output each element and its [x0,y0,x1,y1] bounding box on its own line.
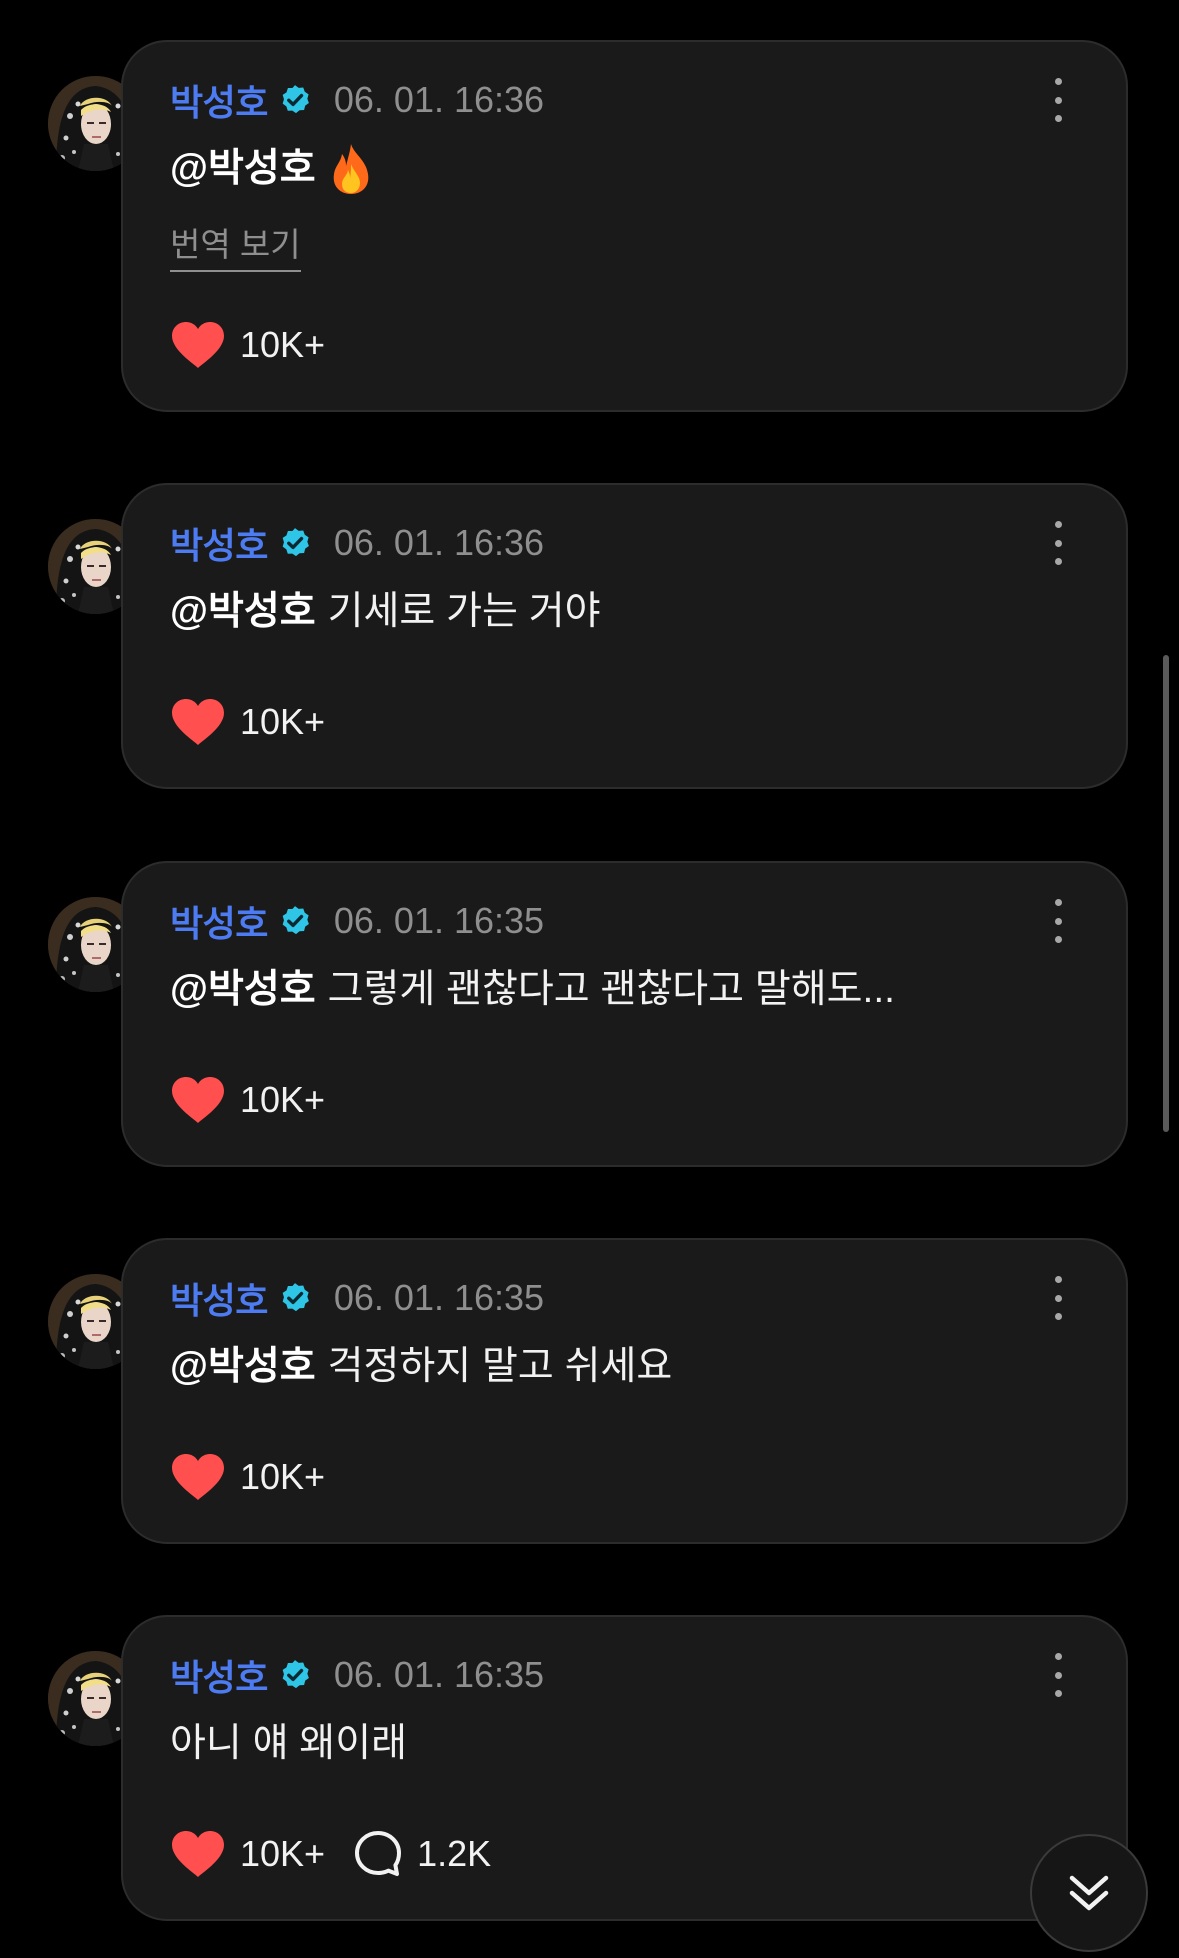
more-options-button[interactable] [1048,1276,1068,1320]
fire-emoji [328,142,374,196]
comment-item: 박성호 06. 01. 16:36 @박성호 기세로 가는 거야 10K+ [0,483,1179,789]
more-vertical-icon [1054,1276,1062,1283]
comment-item: 박성호 06. 01. 16:35 아니 얘 왜이래 10K+ 1.2K [0,1615,1179,1921]
mention-link[interactable]: @박성호 [170,147,316,190]
comment-text: @박성호 기세로 가는 거야 [170,585,601,639]
more-options-button[interactable] [1048,899,1068,943]
mention-link[interactable]: @박성호 [170,968,316,1011]
like-button[interactable]: 10K+ [170,1075,325,1125]
author-name[interactable]: 박성호 [170,74,268,126]
comment-header: 박성호 06. 01. 16:35 [170,897,544,945]
like-button[interactable]: 10K+ [170,1829,325,1879]
comment-actions: 10K+ [170,697,325,747]
author-name[interactable]: 박성호 [170,1649,268,1701]
double-chevron-down-icon [1069,1875,1109,1911]
timestamp: 06. 01. 16:35 [333,1654,545,1695]
reply-count: 1.2K [417,1833,492,1874]
timestamp: 06. 01. 16:36 [333,79,545,120]
verified-badge-icon [278,1281,312,1315]
comment-actions: 10K+ [170,1452,325,1502]
heart-icon [170,697,226,747]
comment-text: @박성호 걱정하지 말고 쉬세요 [170,1340,672,1394]
scroll-to-bottom-button[interactable] [1030,1834,1148,1952]
heart-icon [170,320,226,370]
more-options-button[interactable] [1048,1653,1068,1697]
verified-badge-icon [278,1658,312,1692]
like-button[interactable]: 10K+ [170,1452,325,1502]
like-count: 10K+ [240,701,326,742]
comment-text: @박성호 [170,142,374,196]
speech-bubble-icon [353,1829,403,1879]
comment-item: 박성호 06. 01. 16:35 @박성호 그렇게 괜찮다고 괜찮다고 말해도.… [0,861,1179,1167]
verified-badge-icon [278,526,312,560]
comment-card: 박성호 06. 01. 16:35 아니 얘 왜이래 10K+ 1.2K [121,1615,1128,1921]
more-options-button[interactable] [1048,78,1068,122]
author-name[interactable]: 박성호 [170,517,268,569]
timestamp: 06. 01. 16:35 [333,1277,545,1318]
comment-actions: 10K+ 1.2K [170,1829,491,1879]
mention-link[interactable]: @박성호 [170,1345,316,1388]
timestamp: 06. 01. 16:36 [333,522,545,563]
comment-item: 박성호 06. 01. 16:36 @박성호 번역 보기 10K+ [0,40,1179,412]
like-count: 10K+ [240,1833,326,1874]
verified-badge-icon [278,83,312,117]
comment-actions: 10K+ [170,1075,325,1125]
mention-link[interactable]: @박성호 [170,590,316,633]
author-name[interactable]: 박성호 [170,1272,268,1324]
comment-body: 기세로 가는 거야 [327,590,601,633]
more-options-button[interactable] [1048,521,1068,565]
comment-actions: 10K+ [170,320,325,370]
more-vertical-icon [1054,521,1062,528]
verified-badge-icon [278,904,312,938]
like-count: 10K+ [240,1456,326,1497]
comment-header: 박성호 06. 01. 16:36 [170,519,544,567]
author-name[interactable]: 박성호 [170,895,268,947]
comment-body: 그렇게 괜찮다고 괜찮다고 말해도... [327,968,896,1011]
comment-card: 박성호 06. 01. 16:35 @박성호 걱정하지 말고 쉬세요 10K+ [121,1238,1128,1544]
comment-header: 박성호 06. 01. 16:36 [170,76,544,124]
comment-header: 박성호 06. 01. 16:35 [170,1651,544,1699]
scrollbar[interactable] [1163,655,1169,1132]
comment-text: @박성호 그렇게 괜찮다고 괜찮다고 말해도... [170,963,895,1017]
timestamp: 06. 01. 16:35 [333,900,545,941]
reply-button[interactable]: 1.2K [353,1829,491,1879]
comment-card: 박성호 06. 01. 16:36 @박성호 번역 보기 10K+ [121,40,1128,412]
heart-icon [170,1075,226,1125]
comment-body: 아니 얘 왜이래 [170,1722,407,1765]
more-vertical-icon [1054,78,1062,85]
comment-header: 박성호 06. 01. 16:35 [170,1274,544,1322]
heart-icon [170,1452,226,1502]
comment-card: 박성호 06. 01. 16:36 @박성호 기세로 가는 거야 10K+ [121,483,1128,789]
like-button[interactable]: 10K+ [170,697,325,747]
more-vertical-icon [1054,1653,1062,1660]
comment-body: 걱정하지 말고 쉬세요 [327,1345,673,1388]
translate-link[interactable]: 번역 보기 [170,218,301,272]
more-vertical-icon [1054,899,1062,906]
like-count: 10K+ [240,324,326,365]
heart-icon [170,1829,226,1879]
comment-text: 아니 얘 왜이래 [170,1717,407,1771]
like-button[interactable]: 10K+ [170,320,325,370]
comment-card: 박성호 06. 01. 16:35 @박성호 그렇게 괜찮다고 괜찮다고 말해도.… [121,861,1128,1167]
comment-item: 박성호 06. 01. 16:35 @박성호 걱정하지 말고 쉬세요 10K+ [0,1238,1179,1544]
like-count: 10K+ [240,1079,326,1120]
